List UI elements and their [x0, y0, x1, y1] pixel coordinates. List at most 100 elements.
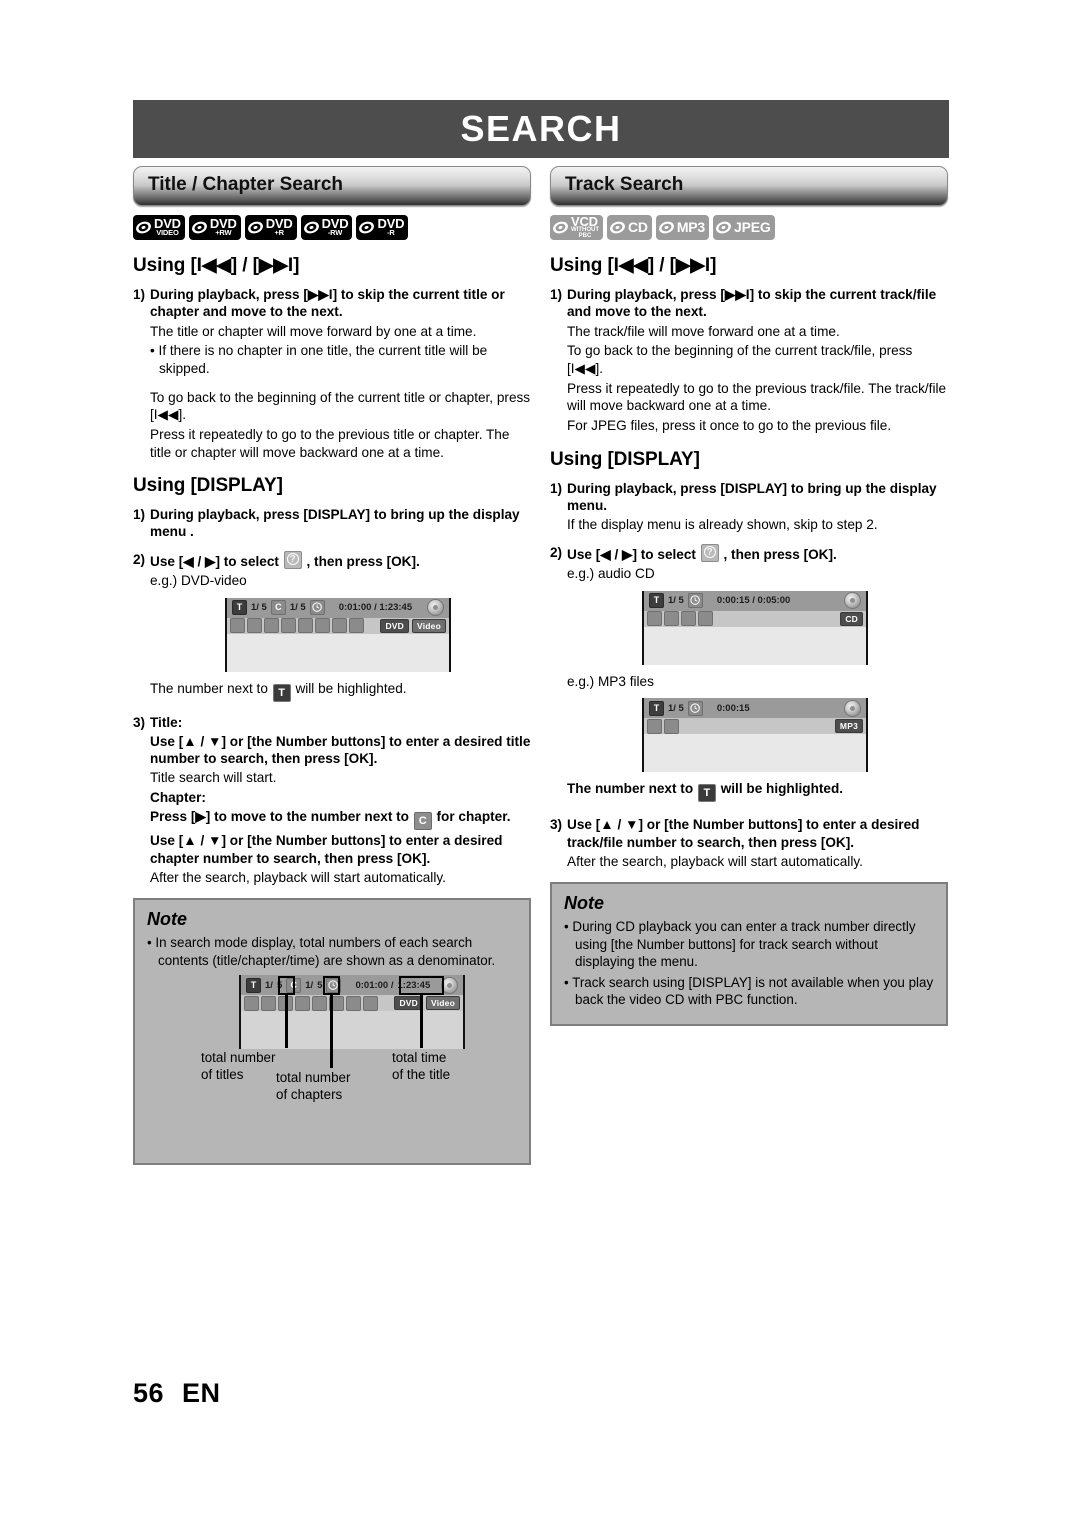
disc-icon — [610, 221, 625, 234]
step-1-detail-2: To go back to the beginning of the curre… — [567, 343, 913, 376]
heading-using-skip-right: Using [I◀◀] / [▶▶I] — [550, 255, 717, 276]
highlight-total-time — [399, 976, 444, 996]
step-text: During playback, press [▶▶I] to skip the… — [567, 287, 937, 320]
angle-icon — [281, 618, 296, 634]
format-tag-video: Video — [412, 618, 446, 633]
time-value: 0:00:15 — [716, 702, 750, 714]
disc-icon — [716, 221, 731, 234]
step-text-post: , then press [OK]. — [306, 553, 420, 569]
step-3-left: 3) Title: — [133, 714, 531, 731]
disc-icon — [359, 221, 375, 234]
chapter-icon: C — [270, 600, 286, 616]
disc-icon — [303, 221, 319, 234]
badge-sub-label: VIDEO — [156, 228, 179, 238]
step-1-bullet: • If there is no chapter in one title, t… — [150, 343, 488, 376]
display-step-2-right: 2) Use [◀ / ▶] to select , then press [O… — [550, 543, 948, 563]
heading-using-display-left: Using [DISPLAY] — [133, 475, 283, 497]
disc-indicator-icon — [427, 599, 444, 617]
title-icon: T — [246, 977, 261, 993]
osd-function-row: DVD Video — [227, 617, 449, 634]
note-box-right: Note • During CD playback you can enter … — [550, 882, 948, 1026]
format-tag-cd: CD — [840, 611, 863, 626]
track-value: 1/ 5 — [668, 702, 684, 714]
badge-sub-label: -R — [387, 228, 395, 238]
audio-icon — [664, 611, 679, 627]
format-tag-dvd: DVD — [380, 618, 409, 633]
step-3-right: 3) Use [▲ / ▼] or [the Number buttons] t… — [550, 816, 948, 851]
audio-icon — [261, 995, 276, 1011]
title-icon: T — [232, 600, 247, 616]
step-number: 3) — [550, 817, 563, 833]
osd-status-row: T 1/ 5 0:00:15 / 0:05:00 — [644, 590, 866, 611]
time-value: 0:01:00 / 1:23:45 — [338, 602, 413, 614]
highlight-note-left: The number next to T will be highlighted… — [150, 680, 531, 702]
clock-icon — [687, 700, 703, 716]
repeat-icon — [681, 611, 696, 627]
note-box-left: Note • In search mode display, total num… — [133, 898, 531, 1166]
note-bullet: • In search mode display, total numbers … — [147, 935, 496, 968]
badge-sub-label: +R — [274, 228, 284, 238]
osd-function-row: DVD Video — [241, 995, 463, 1012]
chapter-instr-pre: Press [▶] to move to the number next to — [150, 809, 409, 825]
disc-icon — [658, 221, 674, 234]
disc-icon — [136, 221, 151, 234]
label-total-chapters: total number of chapters — [276, 1070, 351, 1103]
leader-line-chapters — [330, 995, 333, 1069]
disc-badge-dvd-minus-r: DVD -R — [356, 215, 409, 240]
badge-main-label: JPEG — [734, 219, 771, 236]
search-icon — [283, 550, 302, 569]
disc-badge-row-left: DVD VIDEO DVD +RW DVD +R DVD -RW DVD -R — [133, 215, 531, 240]
format-tag-dvd: DVD — [394, 996, 423, 1011]
right-column: Track Search VCD WITHOUT PBC CD MP3 JPEG… — [550, 166, 948, 1026]
osd-tag-group: MP3 — [834, 719, 863, 734]
osd-panel-audio-cd: T 1/ 5 0:00:15 / 0:05:00 CD — [642, 590, 868, 665]
step-text: During playback, press [DISPLAY] to brin… — [150, 507, 520, 540]
track-value: 1/ 5 — [668, 595, 684, 607]
step-3-chapter-instruction-2: Use [▲ / ▼] or [the Number buttons] to e… — [150, 833, 503, 866]
chapter-total: 5 — [317, 979, 323, 991]
chapter-instr-post: for chapter. — [436, 809, 511, 825]
osd-panel-dvd-video: T 1/ 5 C 1/ 5 0:01:00 / 1:23:45 DVD Vide… — [225, 597, 451, 672]
step-number: 2) — [550, 544, 563, 560]
osd-function-row: CD — [644, 610, 866, 627]
search-icon — [647, 718, 662, 734]
section-title-right: Track Search — [565, 173, 684, 195]
osd-mock-wrapper-dvd: T 1/ 5 C 1/ 5 0:01:00 / 1:23:45 DVD Vide… — [133, 597, 531, 672]
badge-main-label: MP3 — [676, 219, 706, 236]
page-language: EN — [182, 1378, 221, 1408]
disc-icon — [191, 221, 207, 234]
badge-sub2-label: PBC — [578, 233, 592, 240]
disc-badge-vcd-without-pbc: VCD WITHOUT PBC — [550, 215, 603, 240]
disc-badge-jpeg: JPEG — [713, 215, 775, 240]
zoom-icon — [363, 995, 378, 1011]
osd-tag-group: CD — [840, 611, 863, 626]
time-elapsed: 0:01:00 / — [355, 979, 394, 991]
clock-icon — [309, 600, 325, 616]
osd-status-row: T 1/ 5 0:00:15 — [644, 698, 866, 719]
display-step-2-left: 2) Use [◀ / ▶] to select , then press [O… — [133, 550, 531, 570]
disc-icon — [247, 221, 263, 234]
disc-badge-row-right: VCD WITHOUT PBC CD MP3 JPEG — [550, 215, 948, 240]
osd-status-row: T 1/ 5 C 1/ 5 0:01:00 / 1:23:45 — [227, 597, 449, 618]
disc-badge-mp3: MP3 — [655, 215, 710, 240]
subtitle-icon — [264, 618, 279, 634]
osd-function-row: MP3 — [644, 718, 866, 735]
step-1-detail-4: For JPEG files, press it once to go to t… — [567, 417, 892, 433]
title-icon: T — [697, 784, 716, 803]
heading-using-skip-left: Using [I◀◀] / [▶▶I] — [133, 255, 300, 276]
search-icon — [700, 543, 719, 562]
example-label-audio-cd: e.g.) audio CD — [567, 565, 655, 581]
zoom-icon — [349, 618, 364, 634]
repeat-icon — [298, 618, 313, 634]
banner-title: SEARCH — [460, 108, 622, 149]
clock-icon — [687, 593, 703, 609]
step-3-chapter-result: After the search, playback will start au… — [150, 869, 446, 885]
highlight-note-right: The number next to T will be highlighted… — [567, 780, 948, 803]
note-diagram: T 1/ 5 C 1/ 5 0:01:00 / 1:23:45 DVD Vide… — [147, 975, 517, 1151]
leader-line-time — [420, 995, 423, 1049]
angle-icon — [295, 995, 310, 1011]
example-label-dvd-video: e.g.) DVD-video — [150, 572, 247, 588]
section-title-left: Title / Chapter Search — [148, 173, 343, 195]
disc-badge-dvd-minus-rw: DVD -RW — [300, 215, 353, 240]
page-number: 56 — [133, 1378, 165, 1408]
